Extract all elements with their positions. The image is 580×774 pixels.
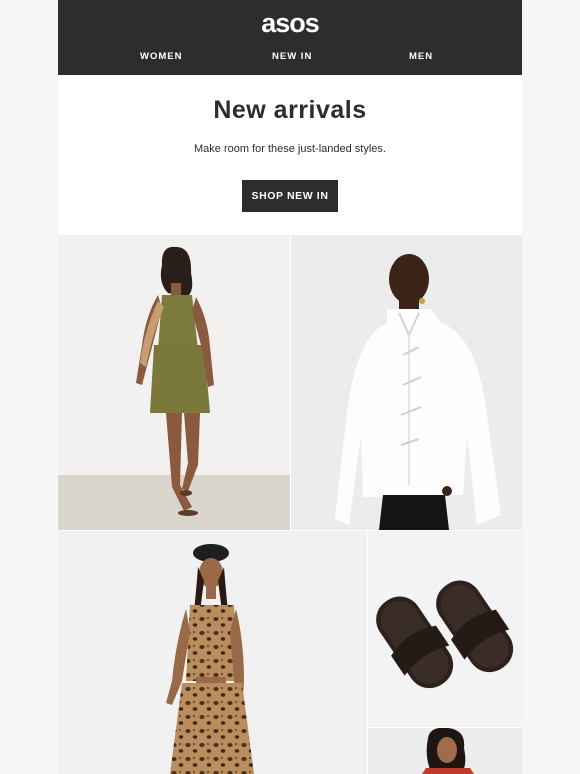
product-image-model-partial[interactable] [368,728,522,774]
product-image-leopard-set[interactable] [58,531,367,774]
email-container: asos WOMEN NEW IN MEN New arrivals Make … [58,0,522,774]
header: asos WOMEN NEW IN MEN [58,0,522,75]
nav-men-link[interactable]: MEN [409,50,433,64]
hero-section: New arrivals Make room for these just-la… [58,75,522,235]
nav-women-link[interactable]: WOMEN [140,50,182,64]
asos-logo[interactable]: asos [58,9,522,37]
shop-new-in-button[interactable]: SHOP NEW IN [242,180,338,212]
product-image-slide-sandals[interactable] [368,531,522,727]
product-image-olive-dress[interactable] [58,235,290,530]
product-image-white-shirt[interactable] [291,235,522,530]
nav-new-in-link[interactable]: NEW IN [272,50,312,64]
hero-subtitle: Make room for these just-landed styles. [194,143,386,155]
main-nav: WOMEN NEW IN MEN [58,50,522,64]
page-title: New arrivals [213,96,367,124]
